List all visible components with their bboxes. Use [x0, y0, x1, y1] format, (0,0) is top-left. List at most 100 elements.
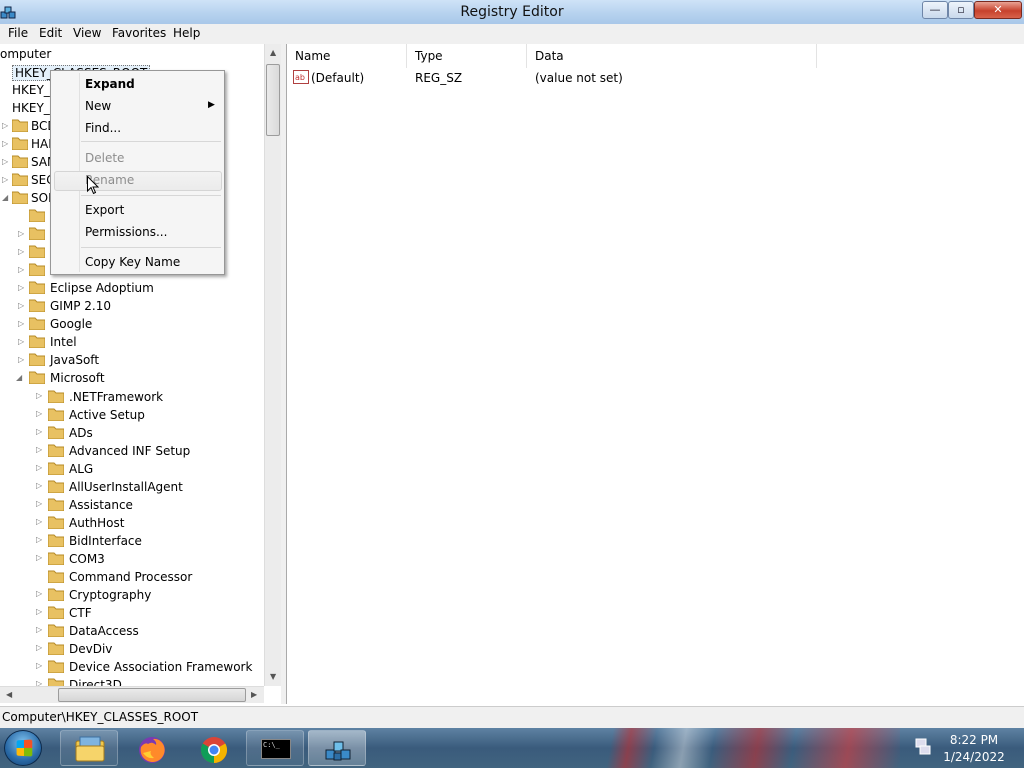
expand-arrow-icon[interactable]: ▷	[36, 643, 42, 652]
expand-arrow-icon[interactable]: ▷	[18, 355, 24, 364]
scroll-right-arrow-icon[interactable]: ▶	[251, 690, 257, 699]
menu-item-find[interactable]: Find...	[85, 121, 121, 135]
tree-key-microsoft-child[interactable]: Assistance	[69, 498, 133, 512]
vertical-scroll-thumb[interactable]	[266, 64, 280, 136]
expand-arrow-icon[interactable]: ▷	[2, 175, 8, 184]
close-button[interactable]: ✕	[974, 1, 1022, 19]
collapse-arrow-icon[interactable]: ◢	[2, 193, 8, 202]
taskbar-firefox[interactable]	[122, 730, 180, 766]
folder-icon	[48, 588, 64, 601]
menu-edit[interactable]: Edit	[39, 26, 62, 40]
tree-key-microsoft-child[interactable]: ALG	[69, 462, 93, 476]
expand-arrow-icon[interactable]: ▷	[36, 499, 42, 508]
clock-time: 8:22 PM	[949, 733, 999, 747]
network-icon[interactable]	[914, 738, 932, 756]
expand-arrow-icon[interactable]: ▷	[36, 661, 42, 670]
folder-icon	[48, 570, 64, 583]
tree-vertical-scrollbar[interactable]: ▲ ▼	[264, 44, 281, 686]
tree-key-hardware[interactable]: HAI	[31, 137, 52, 151]
folder-icon	[48, 390, 64, 403]
expand-arrow-icon[interactable]: ▷	[36, 607, 42, 616]
tree-key-microsoft-child[interactable]: Device Association Framework	[69, 660, 252, 674]
tree-key-microsoft-child[interactable]: AllUserInstallAgent	[69, 480, 183, 494]
key-context-menu: Expand New ▶ Find... Delete Rename Expor…	[50, 70, 225, 275]
tree-key-microsoft-child[interactable]: Command Processor	[69, 570, 192, 584]
menu-item-permissions[interactable]: Permissions...	[85, 225, 167, 239]
expand-arrow-icon[interactable]: ▷	[36, 589, 42, 598]
tree-key-microsoft-child[interactable]: .NETFramework	[69, 390, 163, 404]
expand-arrow-icon[interactable]: ▷	[36, 517, 42, 526]
expand-arrow-icon[interactable]: ▷	[36, 409, 42, 418]
tree-horizontal-scrollbar[interactable]: ◀ ▶	[0, 686, 264, 703]
expand-arrow-icon[interactable]: ▷	[36, 463, 42, 472]
expand-arrow-icon[interactable]: ▷	[18, 301, 24, 310]
tree-key-microsoft-child[interactable]: Cryptography	[69, 588, 151, 602]
folder-icon	[12, 119, 28, 132]
expand-arrow-icon[interactable]: ▷	[2, 139, 8, 148]
taskbar-chrome[interactable]	[184, 730, 242, 766]
expand-arrow-icon[interactable]: ▷	[36, 445, 42, 454]
menu-item-expand[interactable]: Expand	[85, 77, 135, 91]
start-button[interactable]	[4, 730, 42, 766]
scroll-down-arrow-icon[interactable]: ▼	[270, 672, 276, 681]
menu-view[interactable]: View	[73, 26, 101, 40]
taskbar-command-prompt[interactable]: C:\_	[246, 730, 304, 766]
tree-key-microsoft-child[interactable]: DevDiv	[69, 642, 112, 656]
submenu-arrow-icon: ▶	[208, 100, 215, 110]
expand-arrow-icon[interactable]: ▷	[18, 319, 24, 328]
tree-key-microsoft-child[interactable]: COM3	[69, 552, 105, 566]
tree-key-intel[interactable]: Intel	[50, 335, 77, 349]
expand-arrow-icon[interactable]: ▷	[36, 427, 42, 436]
menu-item-copy-key-name[interactable]: Copy Key Name	[85, 255, 180, 269]
tree-root-computer[interactable]: omputer	[0, 47, 51, 61]
menu-file[interactable]: File	[8, 26, 28, 40]
expand-arrow-icon[interactable]: ▷	[18, 337, 24, 346]
collapse-arrow-icon[interactable]: ◢	[16, 373, 22, 382]
menu-item-new[interactable]: New	[85, 99, 111, 113]
column-header-data[interactable]: Data	[527, 44, 817, 68]
folder-icon	[48, 444, 64, 457]
tree-key-microsoft-child[interactable]: DataAccess	[69, 624, 139, 638]
expand-arrow-icon[interactable]: ▷	[2, 121, 8, 130]
menu-item-delete[interactable]: Delete	[85, 151, 124, 165]
tree-key-microsoft-child[interactable]: BidInterface	[69, 534, 142, 548]
title-bar[interactable]: Registry Editor — ▫ ✕	[0, 0, 1024, 24]
column-header-type[interactable]: Type	[407, 44, 527, 68]
tree-key-microsoft-child[interactable]: Active Setup	[69, 408, 145, 422]
expand-arrow-icon[interactable]: ▷	[36, 481, 42, 490]
tree-key-gimp[interactable]: GIMP 2.10	[50, 299, 111, 313]
tree-key-microsoft-child[interactable]: ADs	[69, 426, 93, 440]
system-clock[interactable]: 8:22 PM 1/24/2022	[942, 732, 1006, 766]
maximize-button[interactable]: ▫	[948, 1, 974, 19]
menu-item-export[interactable]: Export	[85, 203, 124, 217]
menu-help[interactable]: Help	[173, 26, 200, 40]
scroll-left-arrow-icon[interactable]: ◀	[6, 690, 12, 699]
tree-key-microsoft-child[interactable]: CTF	[69, 606, 92, 620]
expand-arrow-icon[interactable]: ▷	[36, 391, 42, 400]
folder-icon	[48, 642, 64, 655]
tree-key-microsoft-child[interactable]: Advanced INF Setup	[69, 444, 190, 458]
tree-key-microsoft[interactable]: Microsoft	[50, 371, 105, 385]
expand-arrow-icon[interactable]: ▷	[18, 265, 24, 274]
scroll-up-arrow-icon[interactable]: ▲	[270, 48, 276, 57]
expand-arrow-icon[interactable]: ▷	[18, 247, 24, 256]
taskbar-registry-editor[interactable]	[308, 730, 366, 766]
tree-key-eclipse-adoptium[interactable]: Eclipse Adoptium	[50, 281, 154, 295]
value-row[interactable]: ab (Default) REG_SZ (value not set)	[287, 68, 817, 88]
values-list[interactable]: Name Type Data ab (Default) REG_SZ (valu…	[286, 44, 1024, 704]
minimize-button[interactable]: —	[922, 1, 948, 19]
expand-arrow-icon[interactable]: ▷	[18, 283, 24, 292]
expand-arrow-icon[interactable]: ▷	[2, 157, 8, 166]
column-header-name[interactable]: Name	[287, 44, 407, 68]
expand-arrow-icon[interactable]: ▷	[36, 553, 42, 562]
tree-key-google[interactable]: Google	[50, 317, 92, 331]
horizontal-scroll-thumb[interactable]	[58, 688, 246, 702]
tree-key-microsoft-child[interactable]: AuthHost	[69, 516, 124, 530]
expand-arrow-icon[interactable]: ▷	[18, 229, 24, 238]
folder-icon	[12, 173, 28, 186]
expand-arrow-icon[interactable]: ▷	[36, 625, 42, 634]
tree-key-javasoft[interactable]: JavaSoft	[50, 353, 99, 367]
menu-favorites[interactable]: Favorites	[112, 26, 166, 40]
expand-arrow-icon[interactable]: ▷	[36, 535, 42, 544]
taskbar-file-explorer[interactable]	[60, 730, 118, 766]
